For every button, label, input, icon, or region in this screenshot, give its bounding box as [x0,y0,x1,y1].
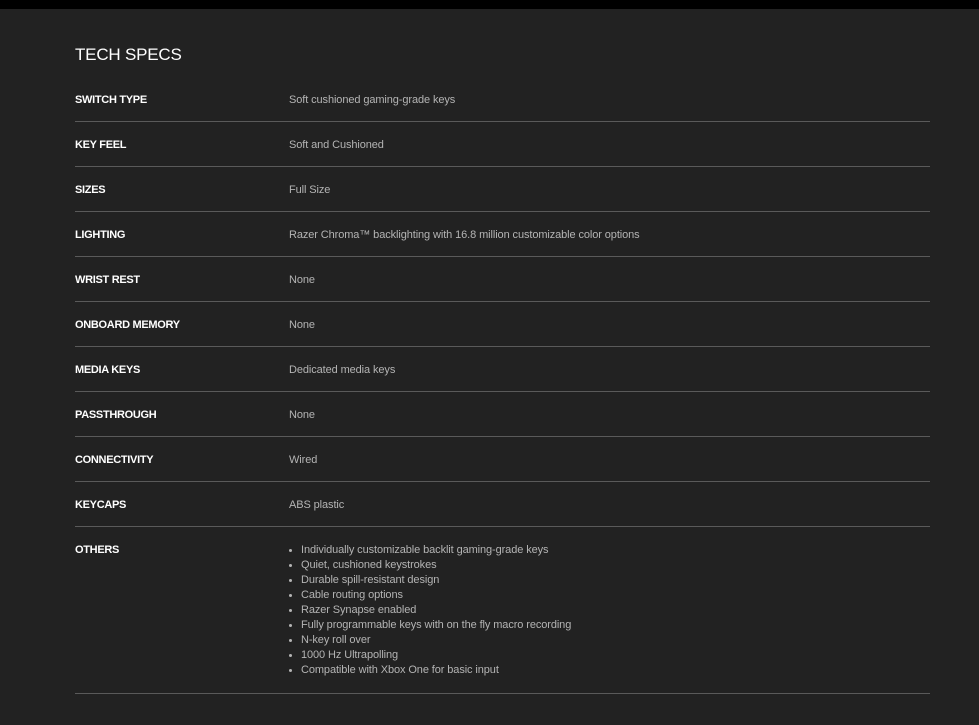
spec-value: Soft and Cushioned [289,139,384,151]
spec-row-onboard-memory: ONBOARD MEMORY None [75,302,930,347]
spec-value: Individually customizable backlit gaming… [289,527,571,693]
spec-label: LIGHTING [75,229,126,241]
top-bar [0,0,979,9]
spec-row-lighting: LIGHTING Razer Chroma™ backlighting with… [75,212,930,257]
list-item: Cable routing options [289,589,571,604]
tech-specs-section: TECH SPECS SWITCH TYPE Soft cushioned ga… [75,9,930,694]
spec-row-others: OTHERS Individually customizable backlit… [75,527,930,694]
spec-row-sizes: SIZES Full Size [75,167,930,212]
spec-label: OTHERS [75,544,120,556]
section-title: TECH SPECS [75,45,182,64]
spec-label: MEDIA KEYS [75,364,141,376]
spec-value: None [289,274,315,286]
spec-list: SWITCH TYPE Soft cushioned gaming-grade … [75,77,930,694]
spec-row-connectivity: CONNECTIVITY Wired [75,437,930,482]
spec-label: CONNECTIVITY [75,454,154,466]
list-item: Quiet, cushioned keystrokes [289,559,571,574]
spec-label: KEY FEEL [75,139,127,151]
spec-label: WRIST REST [75,274,140,286]
spec-row-keycaps: KEYCAPS ABS plastic [75,482,930,527]
spec-row-switch-type: SWITCH TYPE Soft cushioned gaming-grade … [75,77,930,122]
spec-row-wrist-rest: WRIST REST None [75,257,930,302]
spec-value: ABS plastic [289,499,345,511]
spec-value: Full Size [289,184,331,196]
list-item: 1000 Hz Ultrapolling [289,649,571,664]
list-item: Compatible with Xbox One for basic input [289,664,571,679]
spec-row-key-feel: KEY FEEL Soft and Cushioned [75,122,930,167]
spec-value: None [289,409,315,421]
spec-label: KEYCAPS [75,499,127,511]
spec-row-media-keys: MEDIA KEYS Dedicated media keys [75,347,930,392]
spec-value: Wired [289,454,318,466]
spec-value: Razer Chroma™ backlighting with 16.8 mil… [289,229,640,241]
spec-value: Dedicated media keys [289,364,396,376]
spec-label: SIZES [75,184,106,196]
spec-label: ONBOARD MEMORY [75,319,180,331]
list-item: N-key roll over [289,634,571,649]
spec-row-passthrough: PASSTHROUGH None [75,392,930,437]
spec-value: None [289,319,315,331]
list-item: Fully programmable keys with on the fly … [289,619,571,634]
list-item: Razer Synapse enabled [289,604,571,619]
spec-label: PASSTHROUGH [75,409,157,421]
spec-label: SWITCH TYPE [75,94,147,106]
list-item: Durable spill-resistant design [289,574,571,589]
others-list: Individually customizable backlit gaming… [289,544,571,679]
spec-value: Soft cushioned gaming-grade keys [289,94,456,106]
list-item: Individually customizable backlit gaming… [289,544,571,559]
